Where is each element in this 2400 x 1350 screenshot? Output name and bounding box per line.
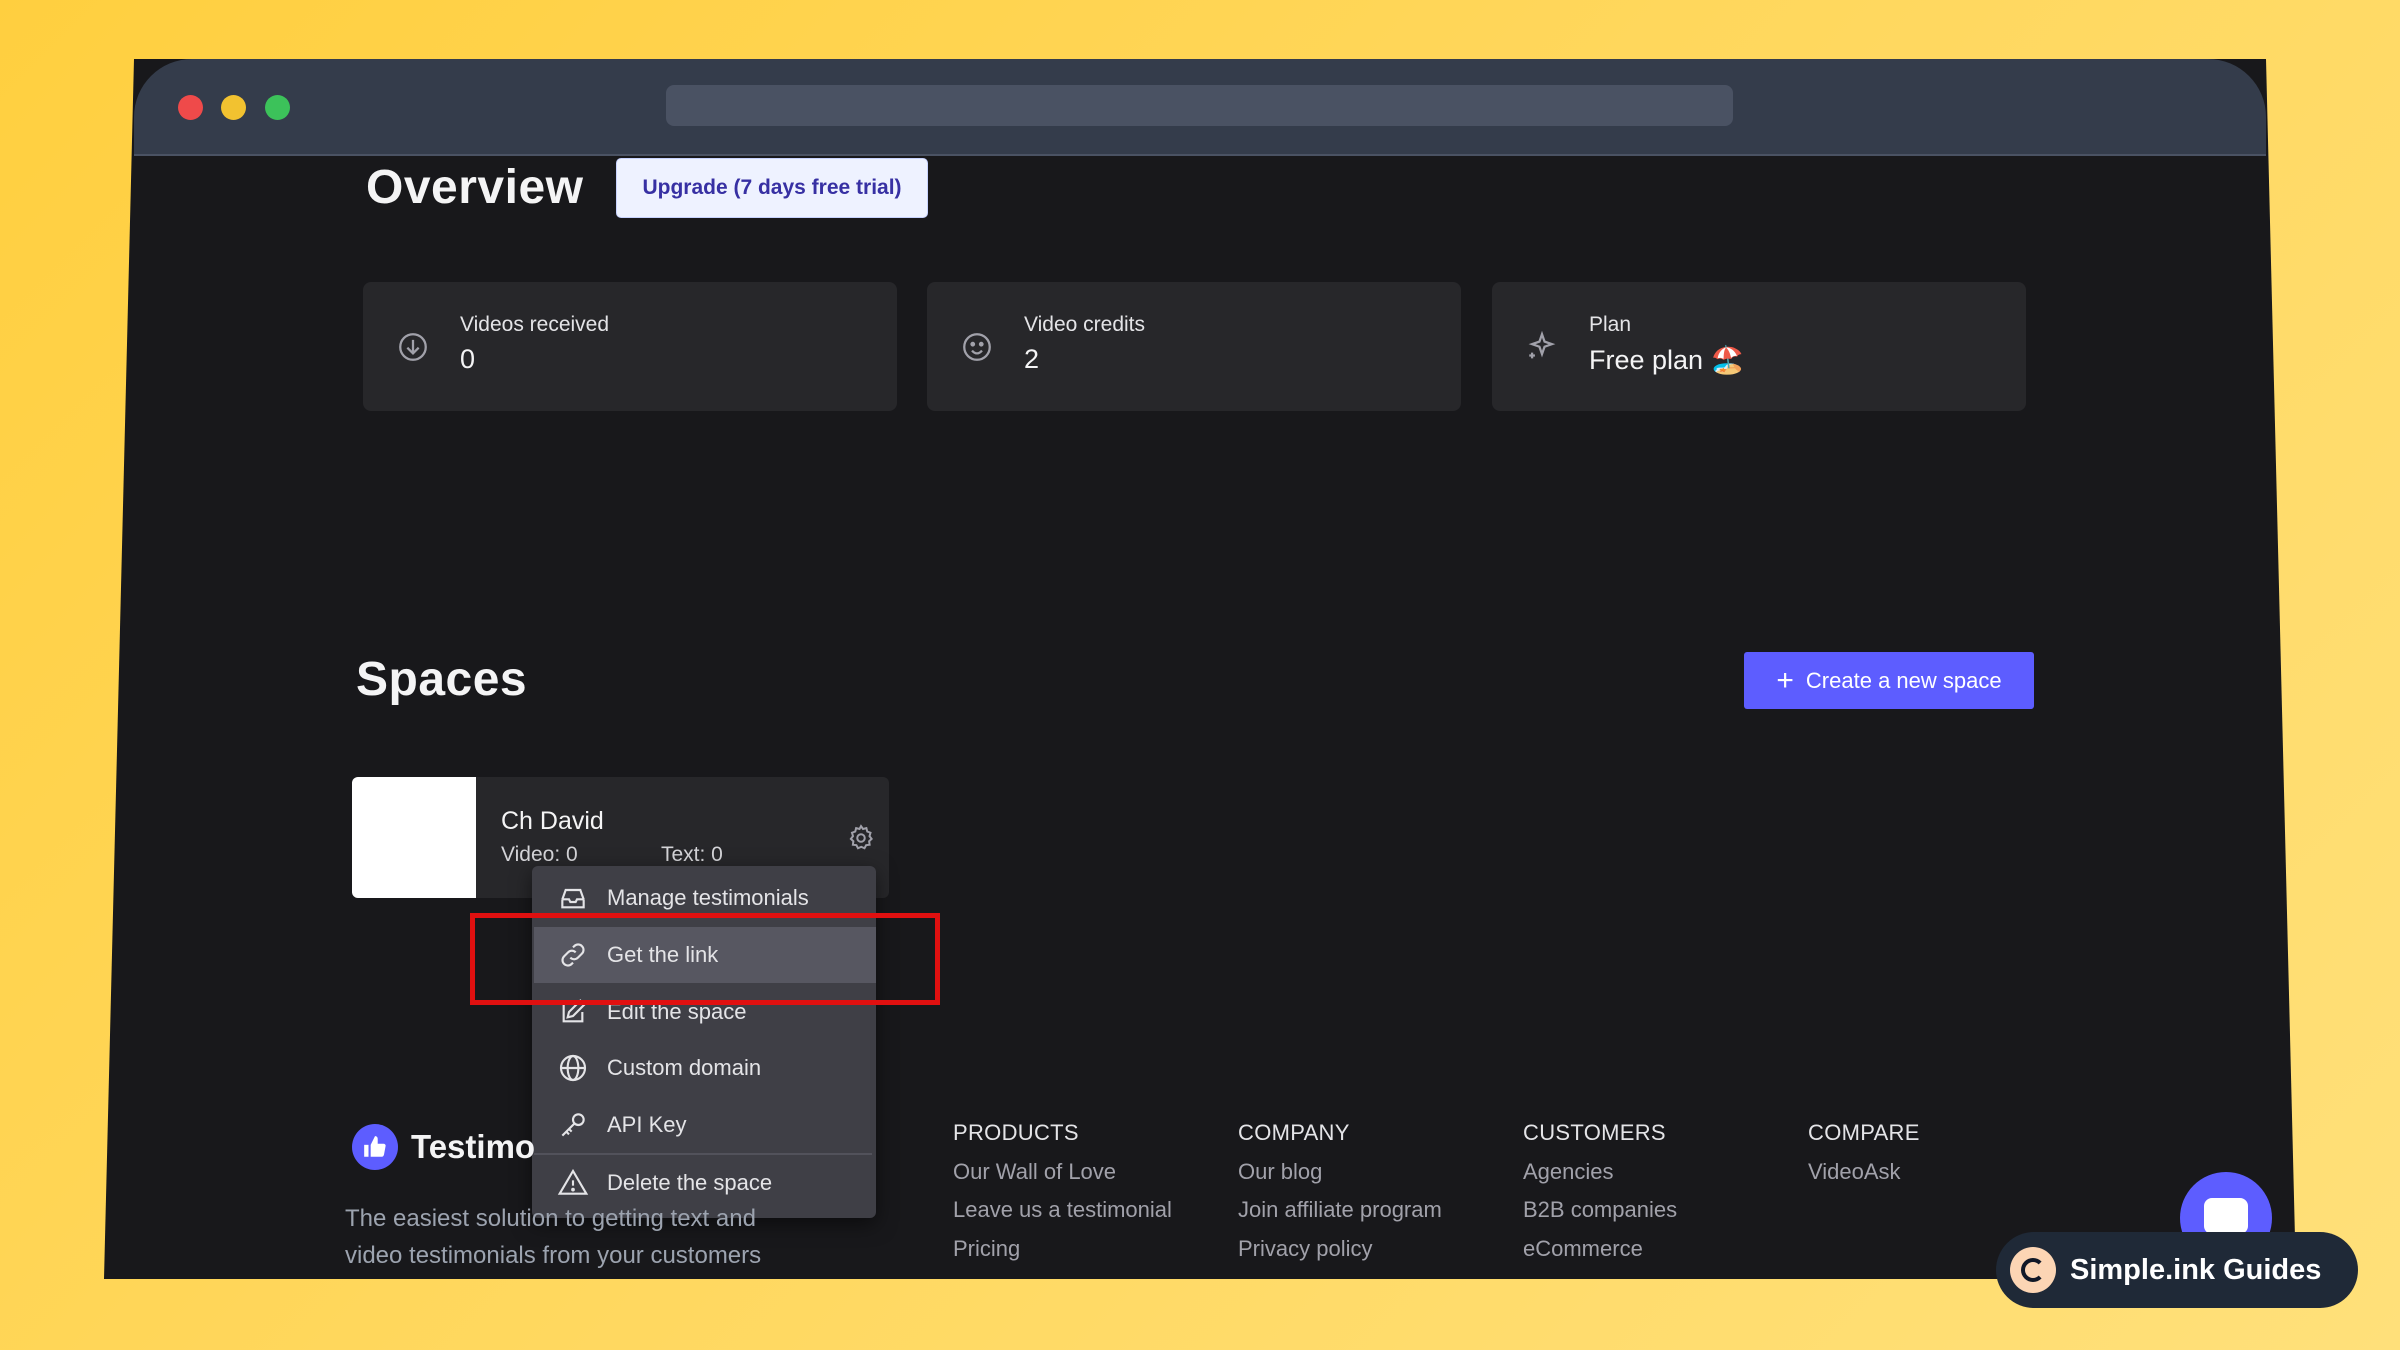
menu-item-custom-domain[interactable]: Custom domain (534, 1040, 876, 1096)
stat-label: Plan (1589, 313, 1632, 336)
upgrade-button[interactable]: Upgrade (7 days free trial) (616, 158, 928, 218)
footer-heading-products: PRODUCTS (953, 1120, 1079, 1145)
inbox-icon (561, 888, 585, 909)
footer-link[interactable]: VideoAsk (1808, 1159, 1901, 1185)
footer-tagline-2: video testimonials from your customers (345, 1242, 762, 1269)
footer-link[interactable]: Pricing (953, 1236, 1020, 1262)
stat-card-plan: Plan Free plan 🏖️ (1492, 282, 2026, 411)
footer-link[interactable]: Leave us a testimonial (953, 1197, 1172, 1223)
footer-link[interactable]: Privacy policy (1238, 1236, 1372, 1262)
badge-label: Simple.ink Guides (2070, 1253, 2322, 1286)
key-icon (561, 1113, 585, 1137)
footer-heading-company: COMPANY (1238, 1120, 1350, 1145)
menu-item-label: Custom domain (607, 1055, 762, 1080)
create-space-label: Create a new space (1805, 667, 2002, 693)
stat-value: 0 (460, 344, 476, 374)
highlight-box (470, 913, 940, 1005)
menu-item-delete-the-space[interactable]: Delete the space (534, 1155, 876, 1211)
spaces-title: Spaces (356, 653, 528, 706)
menu-item-label: API Key (607, 1112, 687, 1137)
footer-link[interactable]: eCommerce (1523, 1236, 1643, 1262)
plus-icon: + (1776, 663, 1794, 697)
close-window-icon[interactable] (178, 95, 203, 120)
footer-link[interactable]: Our Wall of Love (953, 1159, 1116, 1185)
footer-link[interactable]: Join affiliate program (1238, 1197, 1442, 1223)
footer-brand: Testimo (411, 1128, 536, 1165)
menu-item-api-key[interactable]: API Key (534, 1097, 876, 1153)
footer-link[interactable]: B2B companies (1523, 1197, 1677, 1223)
thumbs-up-icon (352, 1124, 398, 1170)
footer-link[interactable]: Our blog (1238, 1159, 1322, 1185)
stat-label: Video credits (1024, 313, 1146, 336)
smile-icon (963, 333, 991, 361)
address-bar[interactable] (666, 85, 1733, 126)
page-title: Overview (366, 161, 584, 214)
space-video-count: Video: 0 (501, 843, 578, 866)
footer-tagline-1: The easiest solution to getting text and (345, 1205, 756, 1232)
stat-card-video-credits: Video credits 2 (927, 282, 1461, 411)
footer-heading-customers: CUSTOMERS (1523, 1120, 1666, 1145)
simple-ink-badge[interactable]: Simple.ink Guides (1996, 1232, 2358, 1308)
gear-icon[interactable] (846, 823, 876, 853)
stat-label: Videos received (460, 313, 610, 336)
footer-link[interactable]: Agencies (1523, 1159, 1614, 1185)
footer-heading-compare: COMPARE (1808, 1120, 1920, 1145)
space-thumbnail (352, 777, 476, 898)
space-text-count: Text: 0 (661, 843, 723, 866)
stat-value: Free plan 🏖️ (1589, 345, 1745, 375)
chat-icon (2204, 1198, 2248, 1234)
globe-icon (559, 1054, 587, 1082)
space-name: Ch David (501, 807, 604, 835)
create-space-button[interactable]: + Create a new space (1744, 652, 2034, 709)
download-circle-icon (399, 333, 427, 361)
stat-card-videos-received: Videos received 0 (363, 282, 897, 411)
menu-item-label: Manage testimonials (607, 885, 809, 910)
warning-icon (557, 1168, 589, 1195)
simple-ink-logo-icon (2010, 1247, 2056, 1293)
stat-value: 2 (1024, 344, 1040, 374)
sparkles-icon (1528, 330, 1556, 359)
menu-item-label: Delete the space (607, 1170, 773, 1195)
maximize-window-icon[interactable] (265, 95, 290, 120)
minimize-window-icon[interactable] (221, 95, 246, 120)
